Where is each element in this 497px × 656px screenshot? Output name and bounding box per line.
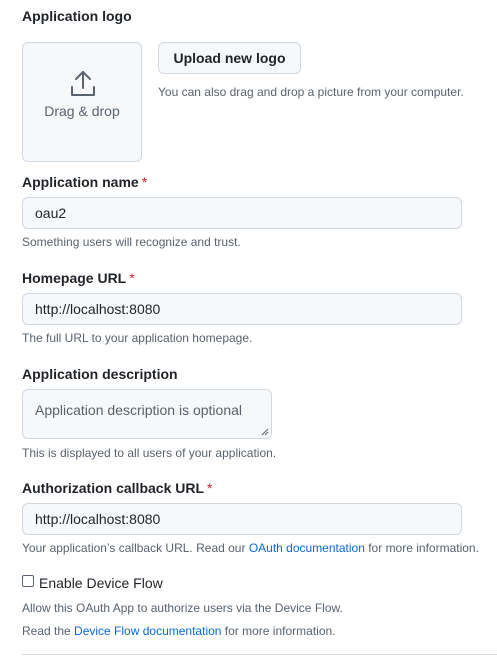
device-flow-docs-suffix: for more information. xyxy=(221,624,336,638)
enable-device-flow-checkbox[interactable] xyxy=(22,575,34,587)
application-description-hint: This is displayed to all users of your a… xyxy=(22,446,277,460)
callback-url-input[interactable]: http://localhost:8080 xyxy=(22,503,462,535)
resize-grip-icon[interactable] xyxy=(261,428,269,436)
device-flow-docs-prefix: Read the xyxy=(22,624,75,638)
homepage-url-input[interactable]: http://localhost:8080 xyxy=(22,293,462,325)
section-divider xyxy=(22,654,497,655)
required-mark: * xyxy=(141,174,148,190)
callback-url-hint-suffix: for more information. xyxy=(364,541,479,555)
enable-device-flow-label[interactable]: Enable Device Flow xyxy=(39,575,163,591)
homepage-url-hint: The full URL to your application homepag… xyxy=(22,331,253,345)
callback-url-hint-prefix: Your application’s callback URL. Read ou… xyxy=(22,541,249,555)
homepage-url-label: Homepage URL * xyxy=(22,270,135,286)
device-flow-hint: Allow this OAuth App to authorize users … xyxy=(22,601,343,615)
homepage-url-label-text: Homepage URL xyxy=(22,270,127,286)
oauth-documentation-link[interactable]: OAuth documentation xyxy=(249,541,365,555)
device-flow-docs-hint: Read the Device Flow documentation for m… xyxy=(22,624,336,638)
required-mark: * xyxy=(207,480,213,496)
description-placeholder: Application description is optional xyxy=(35,402,243,418)
required-mark: * xyxy=(129,270,135,286)
upload-icon xyxy=(71,71,95,96)
upload-new-logo-button[interactable]: Upload new logo xyxy=(158,42,301,74)
upload-hint: You can also drag and drop a picture fro… xyxy=(158,85,464,99)
application-logo-label: Application logo xyxy=(22,8,132,24)
application-description-textarea[interactable]: Application description is optional xyxy=(22,389,272,439)
application-description-label: Application description xyxy=(22,366,178,382)
callback-url-value: http://localhost:8080 xyxy=(35,511,161,527)
dropzone-label: Drag & drop xyxy=(44,103,120,119)
callback-url-label: Authorization callback URL * xyxy=(22,480,212,496)
homepage-url-value: http://localhost:8080 xyxy=(35,301,161,317)
callback-url-hint: Your application’s callback URL. Read ou… xyxy=(22,541,479,555)
application-name-value: oau2 xyxy=(35,205,67,221)
application-name-input[interactable]: oau2 xyxy=(22,197,462,229)
application-name-label-text: Application name xyxy=(22,174,139,190)
application-name-label: Application name * xyxy=(22,174,147,190)
logo-dropzone[interactable]: Drag & drop xyxy=(22,42,142,162)
application-name-hint: Something users will recognize and trust… xyxy=(22,235,241,249)
device-flow-documentation-link[interactable]: Device Flow documentation xyxy=(74,624,221,638)
callback-url-label-text: Authorization callback URL xyxy=(22,480,205,496)
